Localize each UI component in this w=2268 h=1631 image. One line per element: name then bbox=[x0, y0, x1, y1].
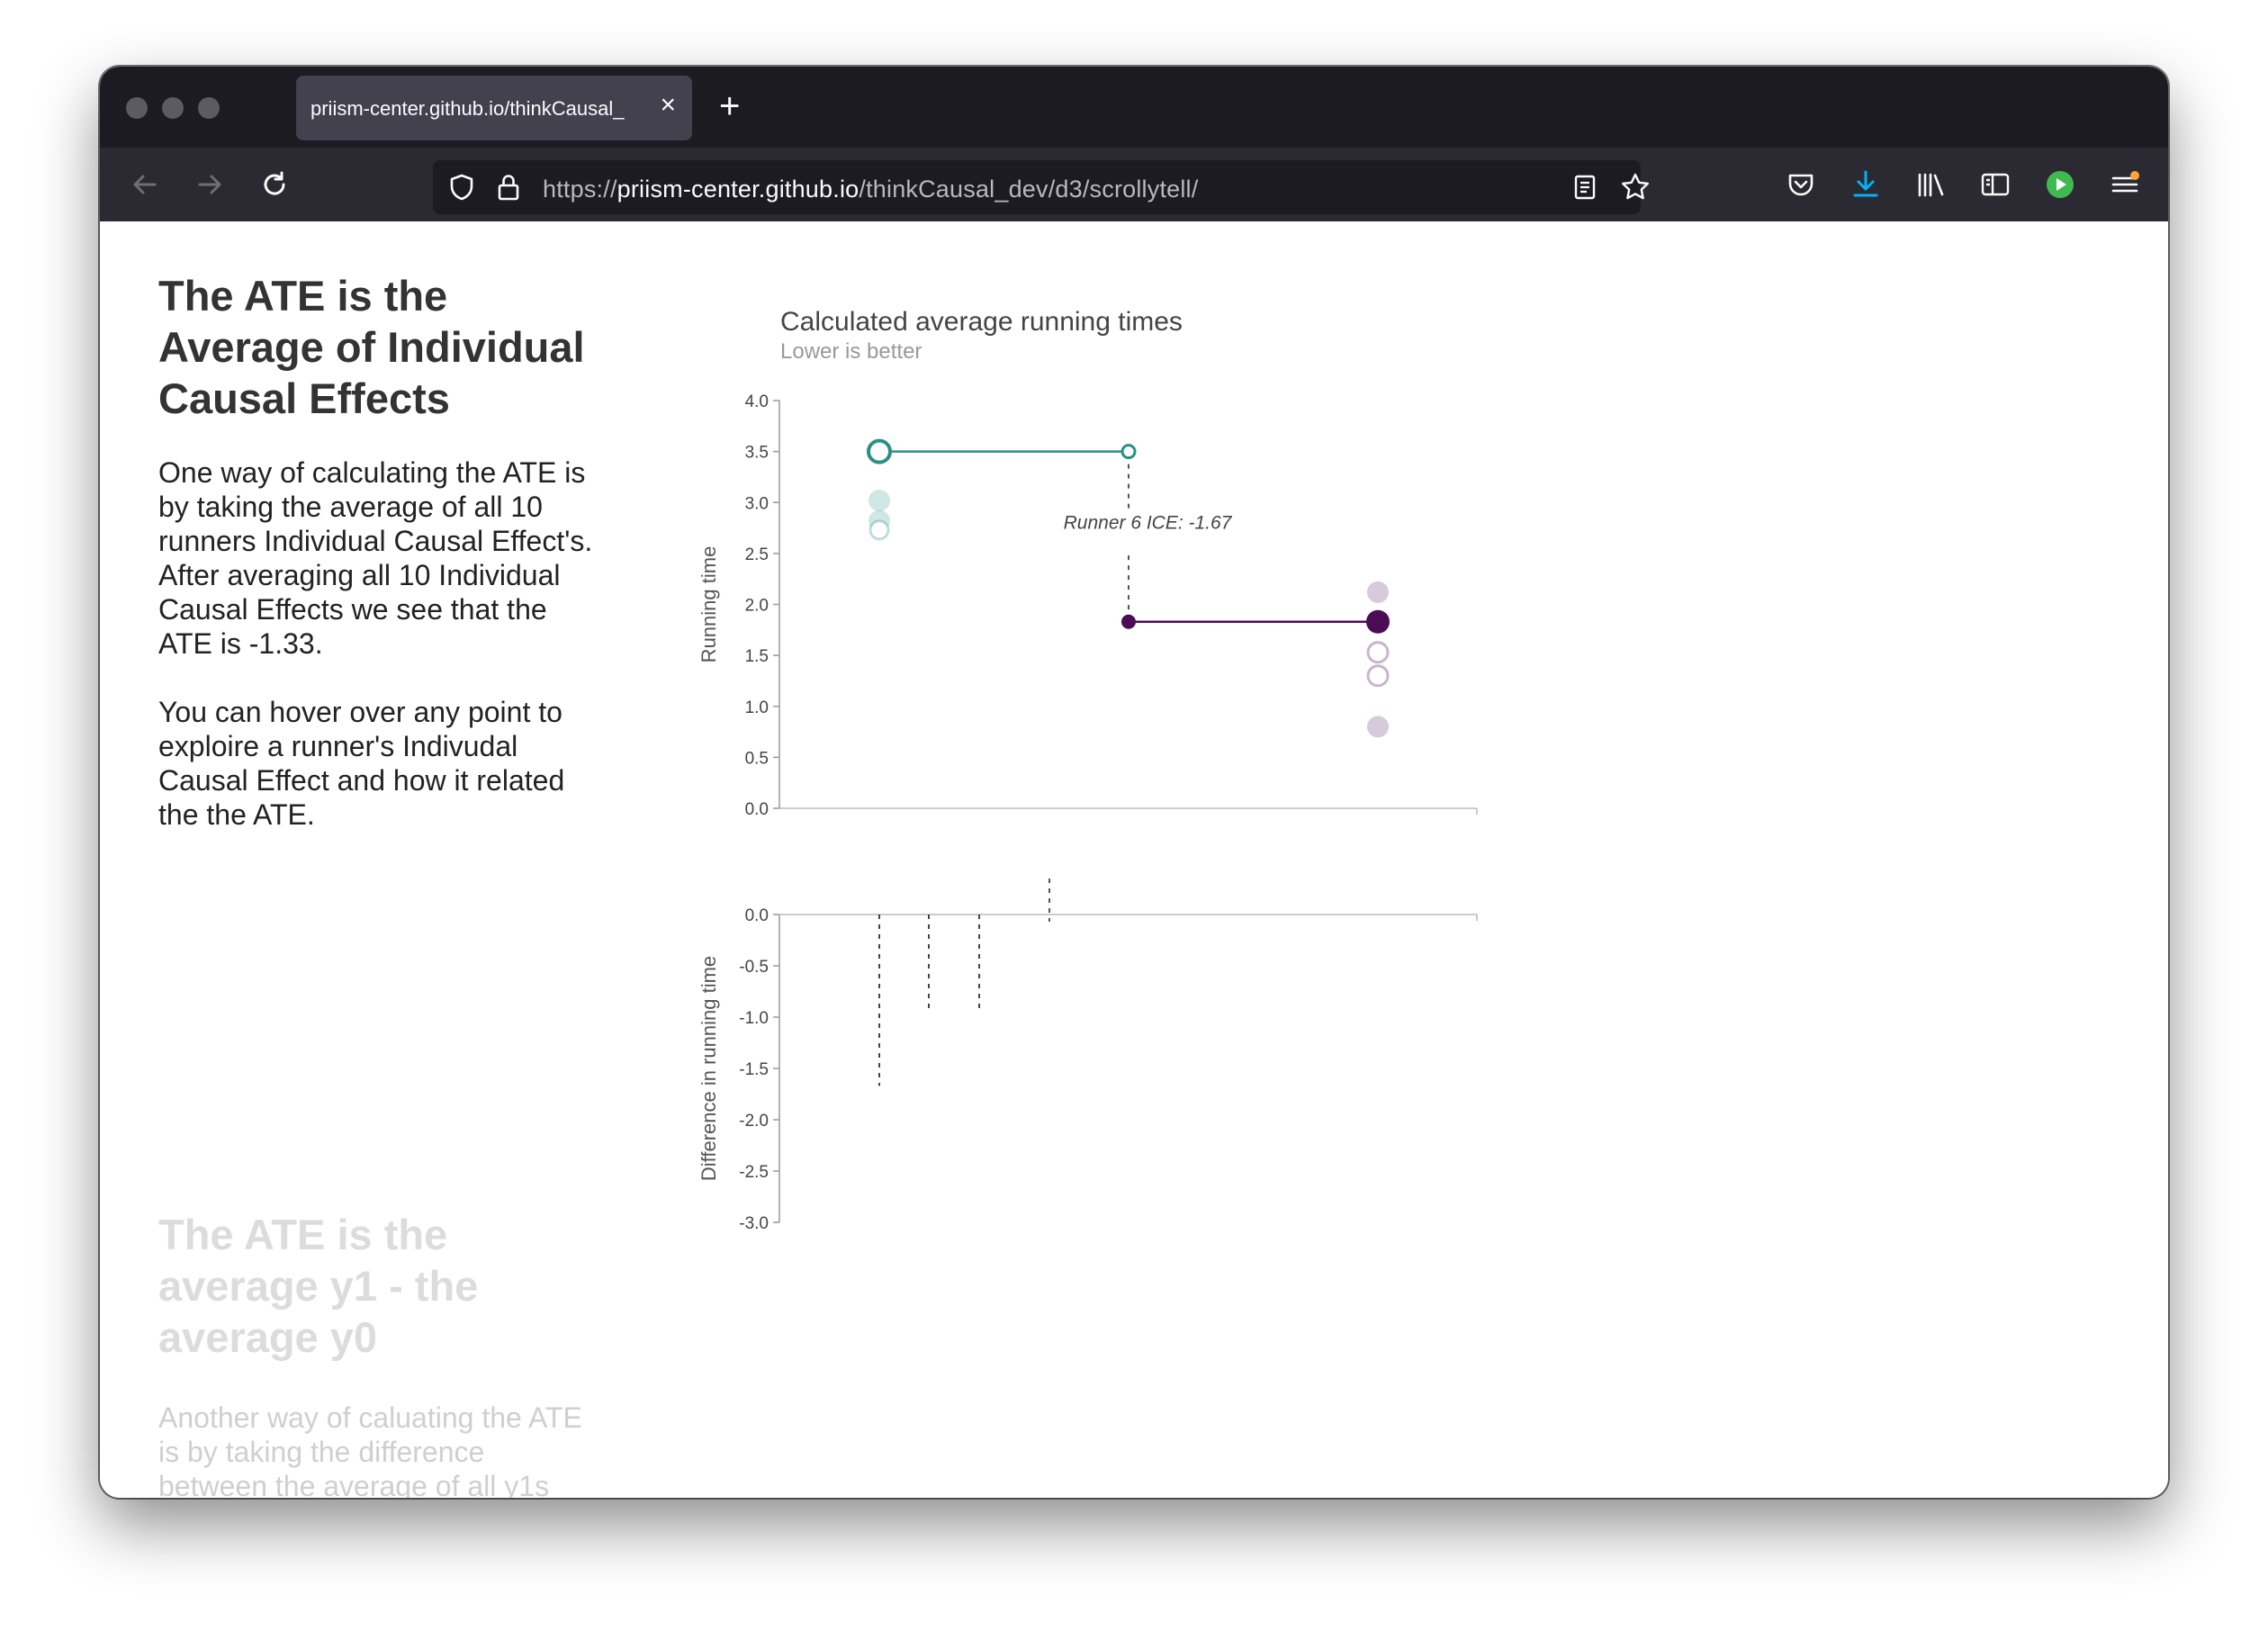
url-scheme: https:// bbox=[543, 176, 617, 203]
shield-icon[interactable] bbox=[444, 150, 480, 224]
tab-title: priism-center.github.io/thinkCausal_ bbox=[310, 97, 625, 120]
chart-subtitle: Lower is better bbox=[780, 339, 922, 364]
y1-point bbox=[1367, 581, 1389, 603]
reader-view-icon[interactable] bbox=[1569, 150, 1601, 224]
url-path: /thinkCausal_dev/d3/scrollytell/ bbox=[859, 176, 1199, 203]
y-tick-label-difference: -2.0 bbox=[739, 1112, 769, 1131]
y1-point bbox=[1366, 664, 1390, 688]
y-tick-label: 4.0 bbox=[745, 392, 769, 411]
y1-average-point bbox=[1121, 614, 1136, 629]
back-arrow-icon[interactable] bbox=[127, 148, 163, 221]
url-host: priism-center.github.io bbox=[616, 176, 860, 203]
lock-icon[interactable] bbox=[492, 150, 525, 224]
y-tick-label-difference: -2.5 bbox=[739, 1163, 769, 1182]
y1-point bbox=[1366, 641, 1390, 664]
reload-icon[interactable] bbox=[256, 148, 292, 221]
chart-title: Calculated average running times bbox=[780, 307, 1183, 337]
title-bar: priism-center.github.io/thinkCausal_ × + bbox=[100, 67, 2168, 148]
forward-arrow-icon[interactable] bbox=[192, 148, 228, 221]
y1-point bbox=[1367, 716, 1389, 738]
y-tick-label-difference: -1.0 bbox=[739, 1009, 769, 1028]
y-axis-label: Running time bbox=[698, 546, 720, 663]
y-tick-label: 2.5 bbox=[745, 545, 769, 564]
page-content: The ATE is the Average of Individual Cau… bbox=[100, 221, 2168, 1498]
y0-point bbox=[868, 519, 890, 541]
y0-average-point bbox=[1120, 444, 1137, 460]
navigation-toolbar: https://priism-center.github.io/thinkCau… bbox=[100, 148, 2168, 221]
extension-play-icon[interactable] bbox=[2042, 148, 2078, 221]
y-tick-label: 3.5 bbox=[745, 444, 769, 463]
tab-close-icon[interactable]: × bbox=[660, 92, 676, 119]
app-menu-icon[interactable] bbox=[2107, 148, 2143, 221]
y-tick-label-difference: 0.0 bbox=[745, 906, 769, 925]
new-tab-button[interactable]: + bbox=[719, 88, 740, 124]
y-tick-label-difference: -1.5 bbox=[739, 1060, 769, 1079]
y0-highlight-point bbox=[867, 438, 892, 464]
y-tick-label: 2.0 bbox=[745, 597, 769, 616]
y-tick-label: 0.5 bbox=[745, 749, 769, 768]
y0-point bbox=[868, 489, 890, 511]
address-bar[interactable]: https://priism-center.github.io/thinkCau… bbox=[433, 160, 1649, 214]
close-window-button[interactable] bbox=[126, 97, 148, 119]
y-tick-label: 0.0 bbox=[745, 800, 769, 819]
y1-highlight-point bbox=[1366, 609, 1390, 634]
active-tab[interactable]: priism-center.github.io/thinkCausal_ × bbox=[296, 76, 692, 140]
y-tick-label: 1.0 bbox=[745, 698, 769, 717]
y-tick-label-difference: -3.0 bbox=[739, 1214, 769, 1233]
charts-svg: Calculated average running timesLower is… bbox=[698, 307, 1478, 1233]
pocket-icon[interactable] bbox=[1783, 148, 1819, 221]
minimize-window-button[interactable] bbox=[162, 97, 184, 119]
library-icon[interactable] bbox=[1912, 148, 1948, 221]
y-tick-label-difference: -0.5 bbox=[739, 958, 769, 977]
bookmark-star-icon[interactable] bbox=[1617, 150, 1653, 224]
y-tick-label: 3.0 bbox=[745, 494, 769, 513]
zoom-window-button[interactable] bbox=[198, 97, 220, 119]
ice-annotation: Runner 6 ICE: -1.67 bbox=[1064, 513, 1233, 534]
sidebar-icon[interactable] bbox=[1977, 148, 2013, 221]
url-text[interactable]: https://priism-center.github.io/thinkCau… bbox=[543, 176, 1198, 203]
y-tick-label: 1.5 bbox=[745, 647, 769, 666]
browser-window: priism-center.github.io/thinkCausal_ × +… bbox=[100, 67, 2168, 1498]
downloads-icon[interactable] bbox=[1848, 148, 1884, 221]
y-axis-label-difference: Difference in running time bbox=[698, 956, 720, 1181]
